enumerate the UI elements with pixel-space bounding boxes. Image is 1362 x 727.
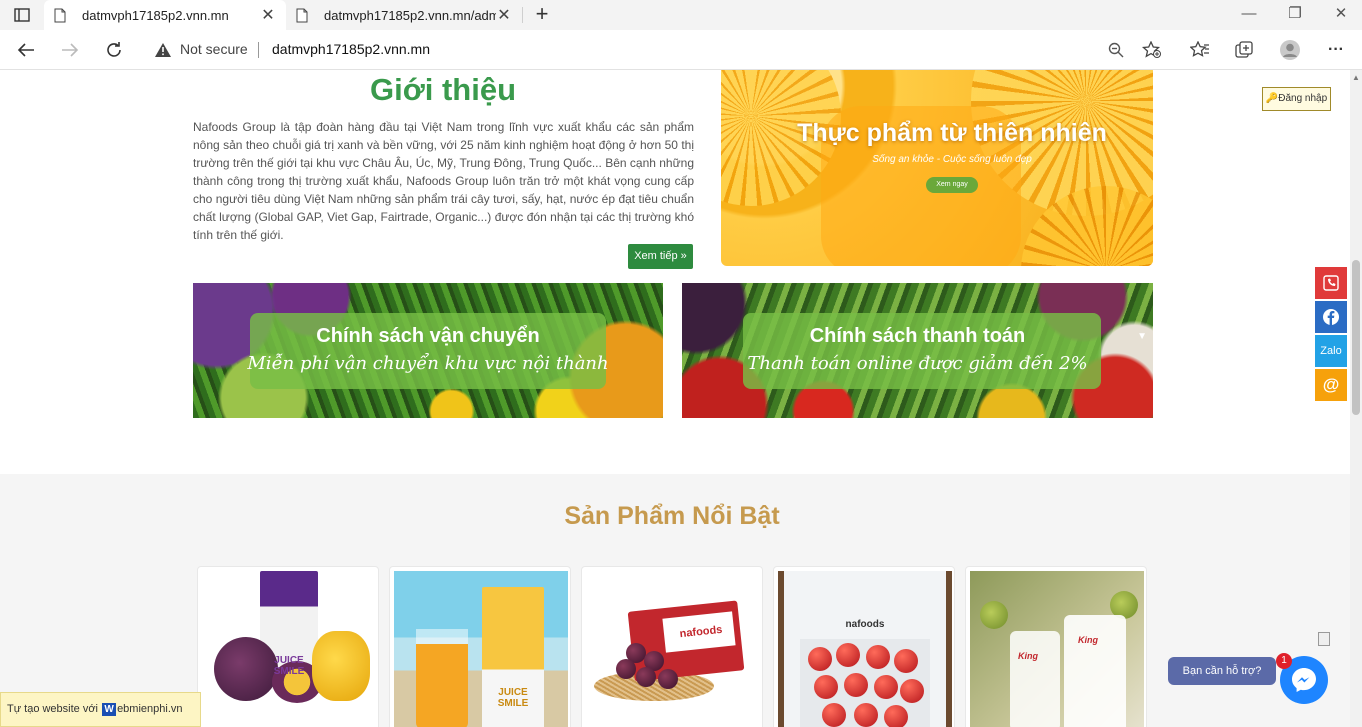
product-label: JUICE SMILE [497,687,529,709]
product-card[interactable]: nafoods [773,566,955,727]
key-icon: 🔑 [1265,93,1279,104]
browser-toolbar: Not secure datmvph17185p2.vnn.mn ··· [0,30,1362,70]
product-image: King King [970,571,1144,727]
product-label: King [1018,651,1038,661]
address-divider [258,42,259,58]
featured-products-section: Sản Phẩm Nổi Bật JUICE SMILE JUICE SMILE [0,474,1350,727]
product-image: nafoods [586,571,760,727]
minimize-button[interactable]: — [1226,0,1272,30]
close-tab-icon[interactable]: ✕ [260,5,276,25]
tab-title: datmvph17185p2.vnn.mn [82,7,229,23]
collections-icon[interactable] [1230,36,1258,64]
tab-strip: datmvph17185p2.vnn.mn ✕ datmvph17185p2.v… [0,0,1362,30]
login-label: Đăng nhập [1278,93,1328,104]
read-more-button[interactable]: Xem tiếp » [628,244,693,269]
restore-button[interactable]: ❐ [1272,0,1318,30]
promo-bar[interactable]: Tự tạo website với Webmienphi.vn [0,692,201,727]
page-scrollbar[interactable]: ▲ [1350,70,1362,727]
url-text[interactable]: datmvph17185p2.vnn.mn [272,41,430,57]
close-tab-icon[interactable]: ✕ [496,5,512,25]
banner-subtitle: Thanh toán online được giảm đến 2% [747,353,1088,374]
product-image: JUICE SMILE [394,571,568,727]
product-image: JUICE SMILE [202,571,376,727]
back-icon[interactable] [12,36,40,64]
promo-brand: ebmienphi.vn [117,703,183,715]
scroll-up-icon[interactable]: ▲ [1352,73,1360,82]
intro-text: Nafoods Group là tập đoàn hàng đầu tại V… [193,120,694,242]
new-tab-button[interactable]: + [530,3,554,27]
address-bar[interactable]: Not secure datmvph17185p2.vnn.mn [142,34,1172,66]
phone-icon[interactable] [1315,267,1347,299]
tab-actions-icon[interactable] [8,5,36,25]
broken-image-icon [1318,632,1330,646]
caret-down-icon: ▼ [1137,331,1147,342]
hero-button[interactable]: Xem ngay [926,177,978,193]
tab-divider [522,7,523,23]
facebook-icon[interactable] [1315,301,1347,333]
product-image: nafoods [778,571,952,727]
more-menu-icon[interactable]: ··· [1322,36,1350,64]
add-favorite-icon[interactable] [1138,36,1166,64]
warning-icon[interactable] [154,42,172,63]
support-prompt[interactable]: Bạn cần hỗ trợ? [1168,657,1276,685]
forward-icon[interactable] [56,36,84,64]
zoom-icon[interactable] [1102,36,1130,64]
page-icon [54,8,70,23]
favorites-icon[interactable] [1186,36,1214,64]
login-button[interactable]: 🔑Đăng nhập [1262,87,1331,111]
product-label: JUICE SMILE [273,655,305,677]
hero-title: Thực phẩm từ thiên nhiên [797,119,1107,147]
hero-banner[interactable]: Thực phẩm từ thiên nhiên Sống an khỏe - … [721,70,1153,266]
hero-subtitle: Sống an khỏe - Cuộc sống luôn đẹp [872,154,1032,165]
product-card[interactable]: JUICE SMILE [197,566,379,727]
page-icon [296,8,312,23]
refresh-icon[interactable] [100,36,128,64]
product-card[interactable]: nafoods [581,566,763,727]
tab-active[interactable]: datmvph17185p2.vnn.mn ✕ [44,0,286,30]
banner-subtitle: Miễn phí vận chuyển khu vực nội thành [247,353,609,374]
web-page: Giới thiệu Nafoods Group là tập đoàn hàn… [0,70,1362,727]
product-label: King [1078,635,1098,645]
tab-title: datmvph17185p2.vnn.mn/admin [324,7,496,23]
product-card[interactable]: King King [965,566,1147,727]
featured-title: Sản Phẩm Nổi Bật [564,502,780,530]
profile-avatar[interactable] [1276,36,1304,64]
product-card[interactable]: JUICE SMILE [389,566,571,727]
promo-text: Tự tạo website với [7,703,102,715]
shipping-policy-banner[interactable]: Chính sách vận chuyển Miễn phí vận chuyể… [193,283,663,418]
banner-title: Chính sách vận chuyển [316,325,540,347]
email-icon[interactable]: @ [1315,369,1347,401]
scrollbar-thumb[interactable] [1352,260,1360,415]
intro-title: Giới thiệu [369,72,517,107]
product-label: nafoods [845,619,885,630]
security-label[interactable]: Not secure [180,41,248,57]
tab-admin[interactable]: datmvph17185p2.vnn.mn/admin ✕ [286,0,522,30]
zalo-button[interactable]: Zalo [1315,335,1347,367]
webmienphi-logo-icon: W [102,703,117,716]
banner-title: Chính sách thanh toán [809,325,1026,347]
payment-policy-banner[interactable]: Chính sách thanh toán Thanh toán online … [682,283,1153,418]
window-close-button[interactable]: ✕ [1318,0,1362,30]
notification-badge: 1 [1276,653,1292,669]
